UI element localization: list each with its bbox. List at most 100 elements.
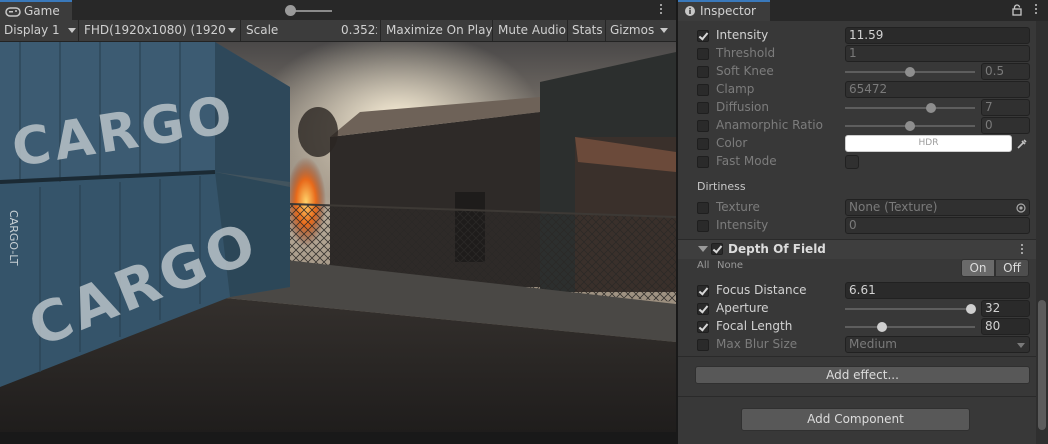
focal-length-slider-thumb[interactable]	[877, 322, 887, 332]
max-blur-size-checkbox[interactable]	[697, 339, 709, 351]
dof-focal-length-row: Focal Length 80	[678, 318, 1036, 336]
threshold-checkbox[interactable]	[697, 48, 709, 60]
resolution-dropdown[interactable]: FHD(1920x1080) (1920x1	[84, 20, 238, 41]
bloom-diffusion-row: Diffusion 7	[678, 99, 1036, 117]
tab-game[interactable]: Game	[0, 0, 72, 20]
soft-knee-checkbox[interactable]	[697, 66, 709, 78]
focal-length-label: Focal Length	[716, 319, 793, 333]
inspector-menu-icon[interactable]	[1030, 2, 1042, 18]
bloom-color-row: Color HDR	[678, 135, 1036, 153]
game-menu-icon[interactable]	[655, 2, 667, 18]
soft-knee-field[interactable]: 0.5	[981, 63, 1030, 80]
resolution-dropdown-label: FHD(1920x1080) (1920x1	[84, 23, 226, 37]
dirt-intensity-checkbox[interactable]	[697, 220, 709, 232]
anamorphic-ratio-field[interactable]: 0	[981, 117, 1030, 134]
section-divider	[678, 396, 1036, 397]
chevron-down-icon	[228, 28, 236, 33]
diffusion-label: Diffusion	[716, 100, 769, 114]
soft-knee-slider-thumb[interactable]	[905, 67, 915, 77]
color-swatch[interactable]: HDR	[845, 135, 1012, 152]
gamepad-icon	[5, 7, 21, 17]
soft-knee-label: Soft Knee	[716, 64, 774, 78]
eyedropper-icon[interactable]	[1016, 138, 1028, 150]
dof-enabled-checkbox[interactable]	[711, 243, 723, 255]
scale-value: 0.352x	[341, 23, 377, 37]
cargo-side-text: CARGO-LT	[7, 210, 20, 266]
fast-mode-label: Fast Mode	[716, 154, 777, 168]
dirtiness-intensity-row: Intensity 0	[678, 217, 1036, 235]
lock-icon[interactable]	[1012, 4, 1022, 16]
gizmos-dropdown[interactable]: Gizmos	[610, 20, 672, 41]
clamp-label: Clamp	[716, 82, 755, 96]
anamorphic-ratio-checkbox[interactable]	[697, 120, 709, 132]
fast-mode-toggle[interactable]	[845, 155, 859, 169]
section-divider	[678, 356, 1036, 357]
tab-inspector-label: Inspector	[700, 4, 756, 18]
diffusion-field[interactable]: 7	[981, 99, 1030, 116]
threshold-label: Threshold	[716, 46, 776, 60]
dirtiness-texture-row: Texture None (Texture)	[678, 199, 1036, 217]
bloom-threshold-row: Threshold 1	[678, 45, 1036, 63]
bloom-clamp-row: Clamp 65472	[678, 81, 1036, 99]
tab-inspector[interactable]: Inspector	[678, 0, 770, 21]
color-label: Color	[716, 136, 748, 150]
focal-length-checkbox[interactable]	[697, 321, 709, 333]
dirtiness-header: Dirtiness	[697, 180, 746, 193]
scale-slider-thumb[interactable]	[285, 5, 296, 16]
diffusion-slider-thumb[interactable]	[926, 103, 936, 113]
none-toggle-link[interactable]: None	[717, 260, 743, 271]
mute-audio-button[interactable]: Mute Audio	[498, 20, 566, 41]
aperture-field[interactable]: 32	[981, 300, 1030, 317]
dof-aperture-row: Aperture 32	[678, 300, 1036, 318]
clamp-field[interactable]: 65472	[845, 81, 1030, 98]
gizmos-label: Gizmos	[610, 23, 655, 37]
add-component-button[interactable]: Add Component	[741, 408, 970, 431]
add-effect-button[interactable]: Add effect...	[695, 366, 1030, 384]
aperture-slider-thumb[interactable]	[966, 304, 976, 314]
dof-off-button[interactable]: Off	[995, 259, 1029, 277]
anamorphic-ratio-slider-thumb[interactable]	[905, 121, 915, 131]
inspector-scrollbar-thumb[interactable]	[1038, 300, 1046, 430]
intensity-field[interactable]: 11.59	[845, 27, 1030, 44]
aperture-checkbox[interactable]	[697, 303, 709, 315]
info-icon	[685, 6, 695, 16]
all-toggle-link[interactable]: All	[697, 260, 709, 271]
texture-object-field[interactable]: None (Texture)	[845, 199, 1030, 216]
bloom-soft-knee-row: Soft Knee 0.5	[678, 63, 1036, 81]
bloom-anamorphic-row: Anamorphic Ratio 0	[678, 117, 1036, 135]
color-checkbox[interactable]	[697, 138, 709, 150]
foldout-arrow-icon[interactable]	[698, 246, 708, 252]
dirt-intensity-field[interactable]: 0	[845, 217, 1030, 234]
aperture-label: Aperture	[716, 301, 769, 315]
game-viewport[interactable]: CARGO CARGO CARGO-LT	[0, 42, 676, 432]
focus-distance-checkbox[interactable]	[697, 285, 709, 297]
maximize-on-play-button[interactable]: Maximize On Play	[386, 20, 493, 41]
aperture-slider-track[interactable]	[845, 308, 975, 310]
max-blur-size-value: Medium	[849, 337, 897, 351]
threshold-field[interactable]: 1	[845, 45, 1030, 62]
diffusion-checkbox[interactable]	[697, 102, 709, 114]
chevron-down-icon	[1017, 343, 1025, 348]
depth-of-field-header[interactable]: Depth Of Field	[678, 239, 1036, 259]
max-blur-size-label: Max Blur Size	[716, 337, 798, 351]
dof-on-button[interactable]: On	[961, 259, 995, 277]
max-blur-size-dropdown[interactable]: Medium	[845, 336, 1030, 353]
clamp-checkbox[interactable]	[697, 84, 709, 96]
focus-distance-label: Focus Distance	[716, 283, 807, 297]
dof-menu-icon[interactable]	[1016, 242, 1028, 258]
intensity-label: Intensity	[716, 28, 769, 42]
focal-length-field[interactable]: 80	[981, 318, 1030, 335]
display-dropdown[interactable]: Display 1	[4, 20, 76, 41]
fast-mode-checkbox[interactable]	[697, 156, 709, 168]
focus-distance-field[interactable]: 6.61	[845, 282, 1030, 299]
object-picker-icon[interactable]	[1016, 203, 1026, 213]
stats-button[interactable]: Stats	[572, 20, 603, 41]
game-toolbar: Display 1 FHD(1920x1080) (1920x1 Scale 0…	[0, 20, 676, 42]
texture-checkbox[interactable]	[697, 202, 709, 214]
intensity-checkbox[interactable]	[697, 30, 709, 42]
focal-length-slider-track[interactable]	[845, 326, 975, 328]
anamorphic-ratio-label: Anamorphic Ratio	[716, 118, 823, 132]
bloom-intensity-row: Intensity 11.59	[678, 27, 1036, 45]
diffusion-slider-track[interactable]	[845, 107, 975, 109]
texture-label: Texture	[716, 200, 760, 214]
